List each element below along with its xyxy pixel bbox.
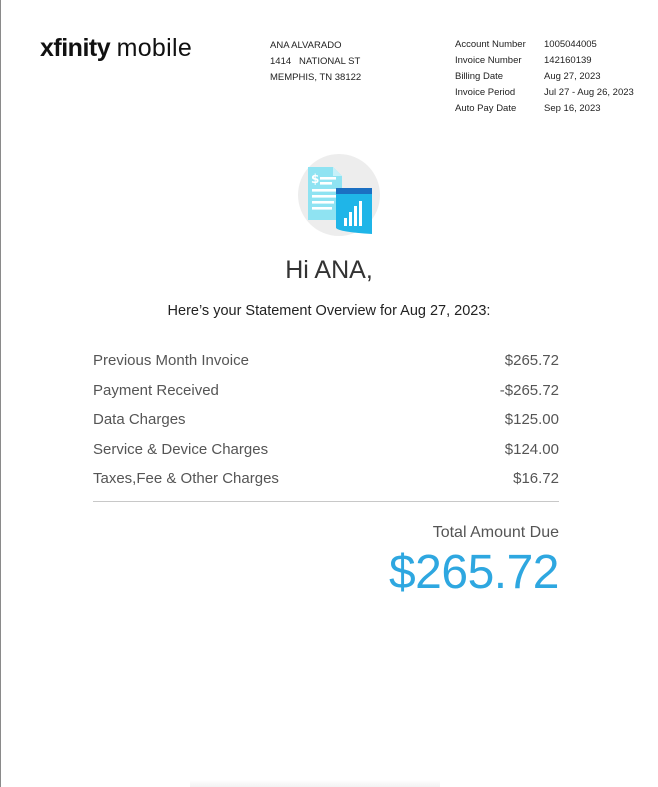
page-edge — [0, 0, 1, 787]
svg-text:$: $ — [311, 172, 319, 186]
page-footer-shadow — [190, 780, 440, 787]
charge-amount: $125.00 — [504, 411, 559, 429]
charge-amount: $16.72 — [513, 470, 559, 488]
charge-row-payment-received: Payment Received -$265.72 — [93, 376, 559, 406]
charge-label: Taxes,Fee & Other Charges — [93, 470, 279, 488]
customer-name: ANA ALVARADO — [270, 40, 342, 51]
total-amount-due-value: $265.72 — [388, 546, 560, 599]
account-number-label: Account Number — [455, 39, 526, 50]
billing-date-value: Aug 27, 2023 — [544, 71, 601, 82]
customer-street: 1414 NATIONAL ST — [270, 56, 361, 67]
invoice-period-row: Invoice Period Jul 27 - Aug 26, 2023 — [455, 85, 634, 101]
billing-date-row: Billing Date Aug 27, 2023 — [455, 69, 634, 85]
auto-pay-date-label: Auto Pay Date — [455, 103, 517, 114]
statement-overview-title: Here’s your Statement Overview for Aug 2… — [167, 303, 491, 319]
charge-row-taxes-fees-other: Taxes,Fee & Other Charges $16.72 — [93, 464, 559, 494]
charge-amount: -$265.72 — [499, 381, 559, 399]
customer-city: MEMPHIS, TN 38122 — [270, 72, 362, 83]
greeting-heading: Hi ANA, — [285, 256, 373, 284]
charge-row-previous-month-invoice: Previous Month Invoice $265.72 — [93, 346, 559, 376]
logo-mobile: mobile — [116, 34, 193, 62]
billing-date-label: Billing Date — [455, 71, 504, 82]
invoice-number-label: Invoice Number — [455, 55, 522, 66]
charge-label: Payment Received — [93, 381, 219, 399]
charge-row-data-charges: Data Charges $125.00 — [93, 405, 559, 435]
charges-divider — [93, 501, 559, 502]
logo-xfinity: xfinity — [40, 34, 111, 62]
auto-pay-date-value: Sep 16, 2023 — [544, 103, 601, 114]
charge-label: Data Charges — [93, 411, 186, 429]
charges-list: Previous Month Invoice $265.72 Payment R… — [93, 346, 559, 494]
customer-address: ANA ALVARADO 1414 NATIONAL ST MEMPHIS, T… — [270, 38, 361, 86]
charge-row-service-device-charges: Service & Device Charges $124.00 — [93, 435, 559, 465]
total-amount-due-label: Total Amount Due — [432, 524, 559, 541]
charge-amount: $265.72 — [504, 352, 559, 369]
charge-label: Service & Device Charges — [93, 440, 269, 458]
invoice-number-row: Invoice Number 142160139 — [455, 53, 634, 69]
charge-amount: $124.00 — [504, 440, 559, 458]
statement-document-chart-icon: $ — [298, 154, 380, 236]
account-number-value: 1005044005 — [544, 39, 597, 50]
invoice-number-value: 142160139 — [544, 55, 592, 66]
invoice-period-value: Jul 27 - Aug 26, 2023 — [544, 87, 634, 98]
charge-label: Previous Month Invoice — [93, 352, 249, 369]
account-info-block: Account Number 1005044005 Invoice Number… — [455, 37, 634, 117]
invoice-period-label: Invoice Period — [455, 87, 516, 98]
auto-pay-date-row: Auto Pay Date Sep 16, 2023 — [455, 101, 634, 117]
xfinity-mobile-logo: xfinity mobile — [40, 34, 192, 63]
account-number-row: Account Number 1005044005 — [455, 37, 634, 53]
